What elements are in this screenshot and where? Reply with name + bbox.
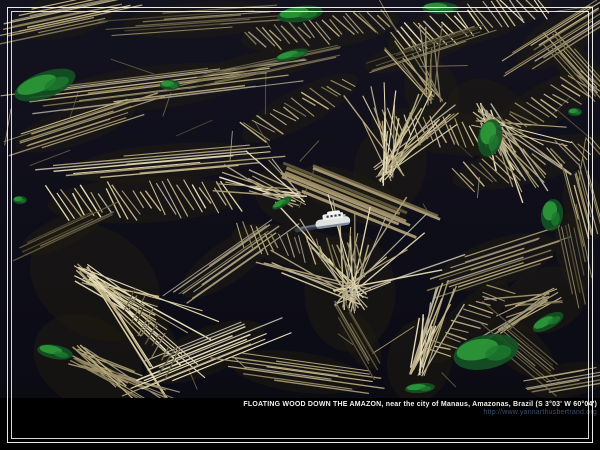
caption-bar: FLOATING WOOD DOWN THE AMAZON, near the …	[0, 398, 600, 450]
photo-caption: FLOATING WOOD DOWN THE AMAZON, near the …	[0, 401, 597, 409]
earth-from-above-wallpaper: FLOATING WOOD DOWN THE AMAZON, near the …	[0, 0, 600, 450]
aerial-photo-log-rafts	[0, 0, 600, 450]
photo-credit-url: http://www.yannarthusbertrand.org	[0, 409, 597, 417]
